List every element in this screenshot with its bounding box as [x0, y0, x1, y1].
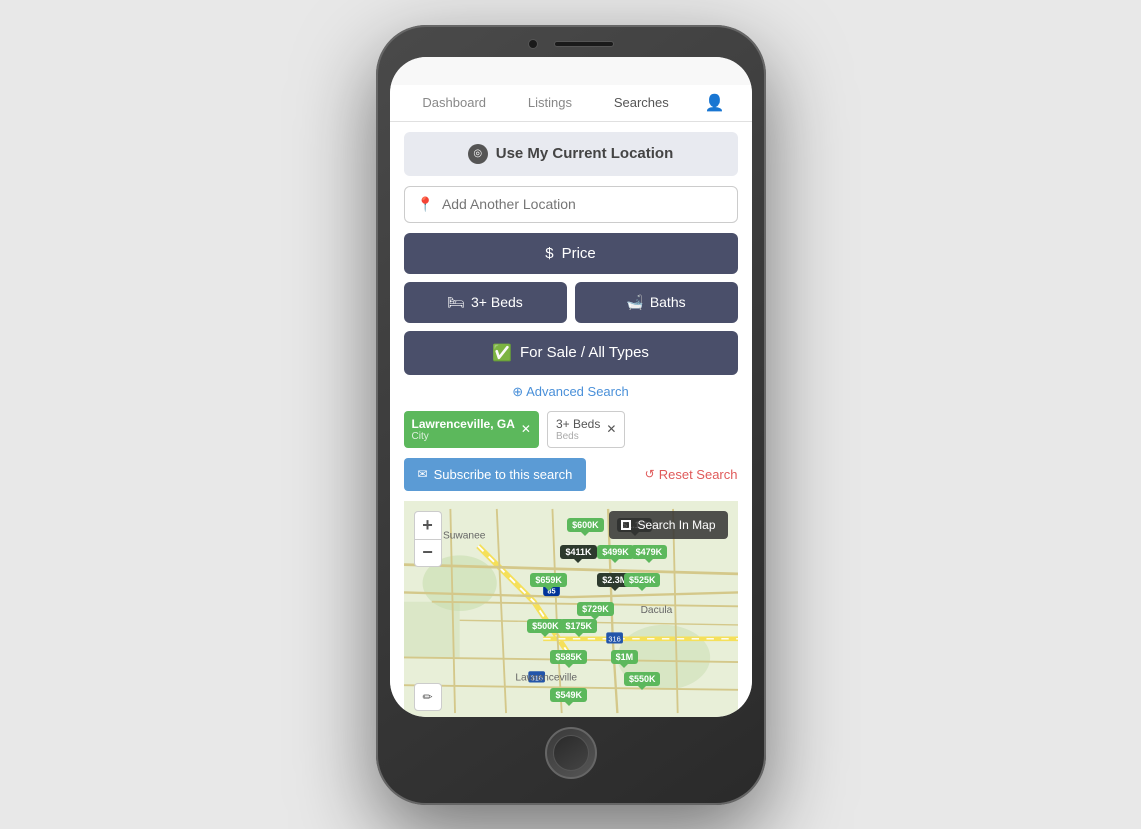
subscribe-button[interactable]: ✉ Subscribe to this search [404, 458, 587, 491]
phone-speaker [554, 41, 614, 47]
phone-frame: Dashboard Listings Searches 👤 Use My Cur… [376, 25, 766, 805]
subscribe-icon: ✉ [418, 467, 428, 481]
price-pin-175k[interactable]: $175K [560, 619, 597, 633]
map-edit-button[interactable]: ✏ [414, 683, 442, 711]
svg-text:Lawrenceville: Lawrenceville [515, 672, 577, 683]
nav-searches[interactable]: Searches [608, 93, 675, 112]
plus-icon: ⊕ [512, 384, 523, 399]
location-circle-icon [468, 144, 488, 164]
for-sale-label: For Sale / All Types [520, 344, 649, 361]
search-area: Use My Current Location 📍 $ Price 🛏 3+ [390, 122, 752, 717]
zoom-in-button[interactable]: + [414, 511, 442, 539]
price-pin-500k[interactable]: $500K [527, 619, 564, 633]
price-pin-585k[interactable]: $585K [550, 650, 587, 664]
price-pin-550k[interactable]: $550K [624, 672, 661, 686]
baths-label: Baths [650, 294, 686, 310]
advanced-search-link[interactable]: ⊕ Advanced Search [404, 383, 738, 401]
price-pin-729k[interactable]: $729K [577, 602, 614, 616]
search-in-map-label: Search In Map [637, 518, 715, 532]
dollar-icon: $ [545, 245, 553, 262]
subscribe-label: Subscribe to this search [434, 467, 573, 482]
price-pin-659k[interactable]: $659K [530, 573, 567, 587]
svg-text:Dacula: Dacula [640, 604, 672, 615]
map-background: 85 316 316 Suwanee Dacula Lawrenceville [404, 501, 738, 717]
tag-beds-close[interactable]: ✕ [606, 422, 616, 436]
price-pin-499k[interactable]: $499K [597, 545, 634, 559]
reset-label: Reset Search [659, 467, 738, 482]
map-zoom-controls: + − [414, 511, 442, 567]
advanced-search-text: ⊕ Advanced Search [512, 384, 628, 399]
check-icon: ✅ [492, 343, 512, 363]
edit-icon: ✏ [422, 690, 432, 704]
baths-button[interactable]: 🛁 Baths [575, 282, 738, 323]
tag-beds[interactable]: 3+ Beds Beds ✕ [547, 411, 625, 448]
phone-top-bar [390, 39, 752, 49]
phone-camera [528, 39, 538, 49]
price-pin-525k[interactable]: $525K [624, 573, 661, 587]
location-input-wrapper: 📍 [404, 186, 738, 223]
nav-dashboard[interactable]: Dashboard [416, 93, 492, 112]
tag-city-sub: City [412, 431, 515, 442]
current-location-label: Use My Current Location [496, 145, 674, 162]
map-container: 85 316 316 Suwanee Dacula Lawrenceville [404, 501, 738, 717]
tag-city-name: Lawrenceville, GA [412, 417, 515, 431]
svg-text:Suwanee: Suwanee [442, 530, 485, 541]
tag-beds-sub: Beds [556, 431, 600, 442]
filter-tags: Lawrenceville, GA City ✕ 3+ Beds Beds ✕ [404, 411, 738, 448]
price-label: Price [562, 245, 596, 262]
tag-city-close[interactable]: ✕ [521, 422, 531, 436]
pin-icon: 📍 [417, 196, 434, 213]
price-button[interactable]: $ Price [404, 233, 738, 274]
location-input[interactable] [442, 196, 725, 212]
price-pin-479k[interactable]: $479K [631, 545, 668, 559]
app-content: Dashboard Listings Searches 👤 Use My Cur… [390, 57, 752, 717]
beds-button[interactable]: 🛏 3+ Beds [404, 282, 567, 323]
nav-bar: Dashboard Listings Searches 👤 [390, 85, 752, 122]
price-pin-549k[interactable]: $549K [550, 688, 587, 702]
price-pin-411k[interactable]: $411K [560, 545, 596, 559]
tag-beds-name: 3+ Beds [556, 417, 600, 431]
action-row: ✉ Subscribe to this search ↺ Reset Searc… [404, 458, 738, 491]
current-location-button[interactable]: Use My Current Location [404, 132, 738, 176]
profile-icon[interactable]: 👤 [705, 93, 725, 113]
phone-bottom [390, 717, 752, 779]
zoom-out-button[interactable]: − [414, 539, 442, 567]
for-sale-button[interactable]: ✅ For Sale / All Types [404, 331, 738, 375]
nav-listings[interactable]: Listings [522, 93, 578, 112]
map-square-icon [621, 520, 631, 530]
bed-icon: 🛏 [447, 294, 465, 311]
bath-icon: 🛁 [626, 294, 643, 311]
price-pin-600k[interactable]: $600K [567, 518, 604, 532]
home-button[interactable] [545, 727, 597, 779]
search-in-map-button[interactable]: Search In Map [609, 511, 727, 539]
price-pin-1m[interactable]: $1M [611, 650, 639, 664]
reset-icon: ↺ [645, 467, 655, 481]
svg-text:316: 316 [608, 634, 620, 643]
reset-search-link[interactable]: ↺ Reset Search [645, 467, 738, 482]
status-bar [390, 57, 752, 85]
tag-city[interactable]: Lawrenceville, GA City ✕ [404, 411, 539, 448]
phone-screen: Dashboard Listings Searches 👤 Use My Cur… [390, 57, 752, 717]
beds-baths-row: 🛏 3+ Beds 🛁 Baths [404, 282, 738, 323]
beds-label: 3+ Beds [471, 294, 523, 310]
home-button-inner [553, 735, 589, 771]
